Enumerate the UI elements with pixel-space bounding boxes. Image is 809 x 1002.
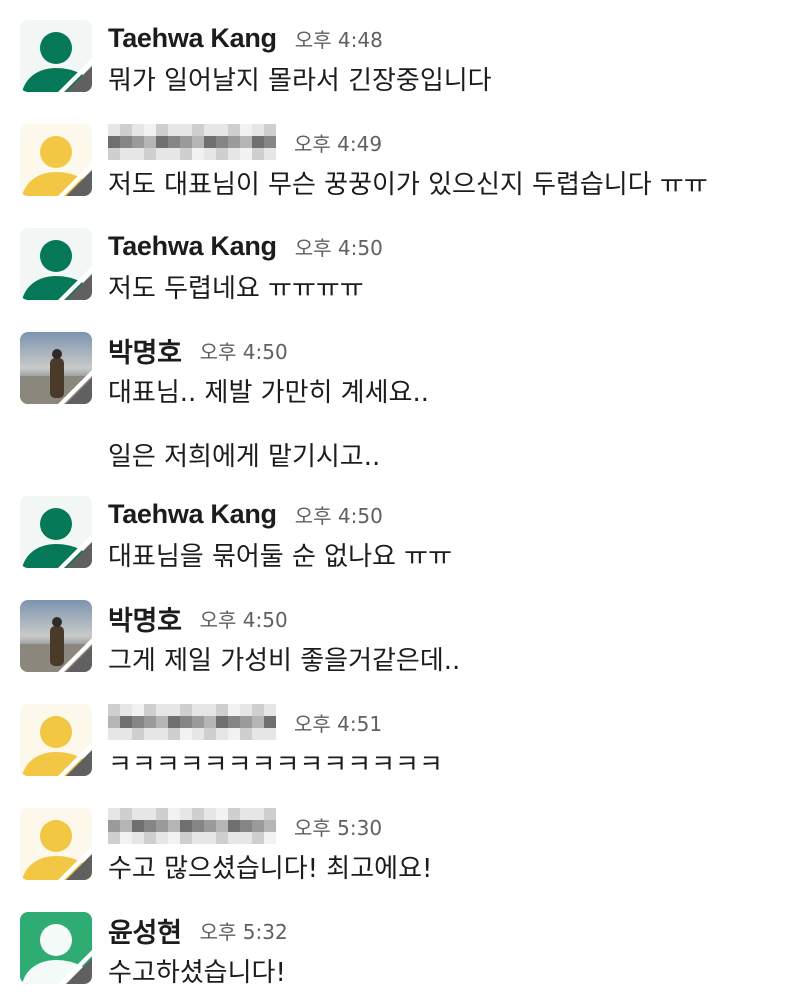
message-text: 일은 저희에게 맡기시고.. — [108, 442, 381, 472]
author-name[interactable]: 박명호 — [108, 331, 182, 370]
avatar[interactable] — [20, 600, 92, 672]
blurred-author-name[interactable] — [108, 124, 276, 160]
message-header: Taehwa Kang 오후 4:50 — [108, 228, 383, 264]
message-header: 오후 5:30 — [108, 808, 382, 844]
avatar[interactable] — [20, 228, 92, 300]
message-text: 대표님.. 제발 가만히 계세요.. — [108, 378, 429, 408]
message-header: Taehwa Kang 오후 4:50 — [108, 496, 383, 532]
timestamp[interactable]: 오후 4:50 — [200, 604, 288, 633]
message-header: 오후 4:49 — [108, 124, 382, 160]
timestamp[interactable]: 오후 4:49 — [294, 128, 382, 157]
avatar[interactable] — [20, 496, 92, 568]
message-text: 대표님을 묶어둘 순 없나요 ㅠㅠ — [108, 542, 453, 572]
avatar[interactable] — [20, 124, 92, 196]
timestamp[interactable]: 오후 4:48 — [295, 24, 383, 53]
author-name[interactable]: Taehwa Kang — [108, 499, 277, 530]
author-name[interactable]: Taehwa Kang — [108, 23, 277, 54]
author-name[interactable]: Taehwa Kang — [108, 231, 277, 262]
avatar[interactable] — [20, 20, 92, 92]
message-header: 박명호 오후 4:50 — [108, 332, 288, 368]
author-name[interactable]: 박명호 — [108, 599, 182, 638]
message-text: 그게 제일 가성비 좋을거같은데.. — [108, 646, 461, 676]
message-text: 저도 대표님이 무슨 꿍꿍이가 있으신지 두렵습니다 ㅠㅠ — [108, 170, 708, 200]
message-text: ㅋㅋㅋㅋㅋㅋㅋㅋㅋㅋㅋㅋㅋㅋ — [108, 750, 443, 780]
blurred-author-name[interactable] — [108, 704, 276, 740]
message-header: 박명호 오후 4:50 — [108, 600, 288, 636]
message-header: 오후 4:51 — [108, 704, 382, 740]
message-text: 저도 두렵네요 ㅠㅠㅠㅠ — [108, 274, 364, 304]
message-text: 수고 많으셨습니다! 최고에요! — [108, 854, 433, 884]
message-header: Taehwa Kang 오후 4:48 — [108, 20, 383, 56]
avatar[interactable] — [20, 808, 92, 880]
avatar[interactable] — [20, 332, 92, 404]
message-header: 윤성현 오후 5:32 — [108, 912, 288, 948]
avatar[interactable] — [20, 704, 92, 776]
author-name[interactable]: 윤성현 — [108, 911, 182, 950]
timestamp[interactable]: 오후 5:30 — [294, 812, 382, 841]
timestamp[interactable]: 오후 4:50 — [295, 232, 383, 261]
timestamp[interactable]: 오후 5:32 — [200, 916, 288, 945]
message-text: 수고하셨습니다! — [108, 958, 286, 988]
message-text: 뭐가 일어날지 몰라서 긴장중입니다 — [108, 66, 492, 96]
blurred-author-name[interactable] — [108, 808, 276, 844]
timestamp[interactable]: 오후 4:50 — [200, 336, 288, 365]
avatar[interactable] — [20, 912, 92, 984]
timestamp[interactable]: 오후 4:51 — [294, 708, 382, 737]
timestamp[interactable]: 오후 4:50 — [295, 500, 383, 529]
